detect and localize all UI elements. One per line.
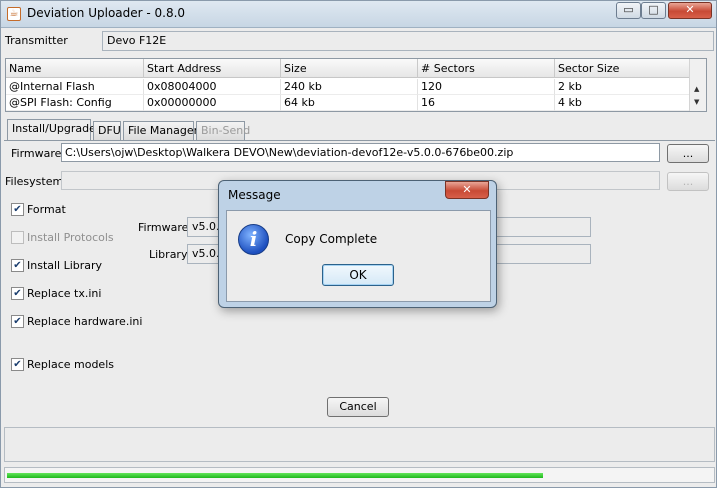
cell-sector-size: 2 kb [555, 79, 690, 95]
scroll-down-icon[interactable]: ▼ [694, 98, 699, 106]
replace-models-checkbox[interactable]: ✔ [11, 358, 24, 371]
cell-sectors: 16 [418, 95, 555, 111]
version-firmware-label: Firmware [138, 221, 189, 234]
column-header-sectors[interactable]: # Sectors [418, 59, 555, 78]
firmware-label: Firmware [11, 147, 62, 160]
tab-install-upgrade[interactable]: Install/Upgrade [7, 119, 96, 141]
ok-button[interactable]: OK [322, 264, 394, 286]
install-library-label: Install Library [27, 259, 103, 272]
dialog-title: Message [228, 188, 281, 202]
status-area [4, 427, 715, 462]
cell-start-address: 0x00000000 [144, 95, 281, 111]
table-scrollbar[interactable]: ▲ ▼ [689, 59, 706, 111]
window-title: Deviation Uploader - 0.8.0 [27, 6, 186, 20]
minimize-button[interactable]: ▭ [616, 2, 641, 19]
close-button[interactable]: ✕ [668, 2, 712, 19]
cancel-button[interactable]: Cancel [327, 397, 389, 417]
progress-bar [4, 467, 715, 483]
filesystem-browse-button: ... [667, 172, 709, 191]
cell-start-address: 0x08004000 [144, 79, 281, 95]
cell-sector-size: 4 kb [555, 95, 690, 111]
cell-size: 240 kb [281, 79, 418, 95]
filesystem-label: Filesystem [5, 175, 64, 188]
dialog-message: Copy Complete [285, 232, 378, 246]
format-checkbox[interactable]: ✔ [11, 203, 24, 216]
replace-tx-ini-label: Replace tx.ini [27, 287, 102, 300]
replace-hardware-ini-checkbox[interactable]: ✔ [11, 315, 24, 328]
version-library-label: Library [149, 248, 188, 261]
memory-table: Name Start Address Size # Sectors Sector… [5, 58, 707, 112]
maximize-button[interactable]: □ [641, 2, 666, 19]
column-header-size[interactable]: Size [281, 59, 418, 78]
message-dialog: Message ✕ i Copy Complete OK [218, 180, 497, 308]
replace-tx-ini-checkbox[interactable]: ✔ [11, 287, 24, 300]
tab-dfu[interactable]: DFU [93, 121, 121, 140]
dialog-body: i Copy Complete OK [226, 210, 491, 302]
title-bar: ☕ Deviation Uploader - 0.8.0 ▭ □ ✕ [1, 1, 716, 28]
transmitter-value: Devo F12E [102, 31, 714, 51]
table-row[interactable]: @SPI Flash: Config 0x00000000 64 kb 16 4… [6, 95, 690, 111]
tab-file-manager[interactable]: File Manager [123, 121, 198, 140]
tab-bin-send: Bin-Send [196, 121, 250, 140]
dialog-close-button[interactable]: ✕ [445, 181, 489, 199]
info-icon: i [238, 224, 269, 255]
progress-fill [7, 473, 543, 478]
firmware-browse-button[interactable]: ... [667, 144, 709, 163]
install-protocols-checkbox [11, 231, 24, 244]
replace-hardware-ini-label: Replace hardware.ini [27, 315, 143, 328]
column-header-name[interactable]: Name [6, 59, 144, 78]
replace-models-label: Replace models [27, 358, 114, 371]
install-library-checkbox[interactable]: ✔ [11, 259, 24, 272]
column-header-start-address[interactable]: Start Address [144, 59, 281, 78]
table-row[interactable]: @Internal Flash 0x08004000 240 kb 120 2 … [6, 79, 690, 95]
java-app-icon: ☕ [7, 7, 21, 21]
cell-sectors: 120 [418, 79, 555, 95]
scroll-up-icon[interactable]: ▲ [694, 85, 699, 93]
cell-name: @Internal Flash [6, 79, 144, 95]
column-header-sector-size[interactable]: Sector Size [555, 59, 690, 78]
table-header: Name Start Address Size # Sectors Sector… [6, 59, 690, 78]
transmitter-label: Transmitter [5, 34, 68, 47]
cell-size: 64 kb [281, 95, 418, 111]
install-protocols-label: Install Protocols [27, 231, 114, 244]
format-label: Format [27, 203, 66, 216]
firmware-path-field[interactable]: C:\Users\ojw\Desktop\Walkera DEVO\New\de… [61, 143, 660, 162]
cell-name: @SPI Flash: Config [6, 95, 144, 111]
